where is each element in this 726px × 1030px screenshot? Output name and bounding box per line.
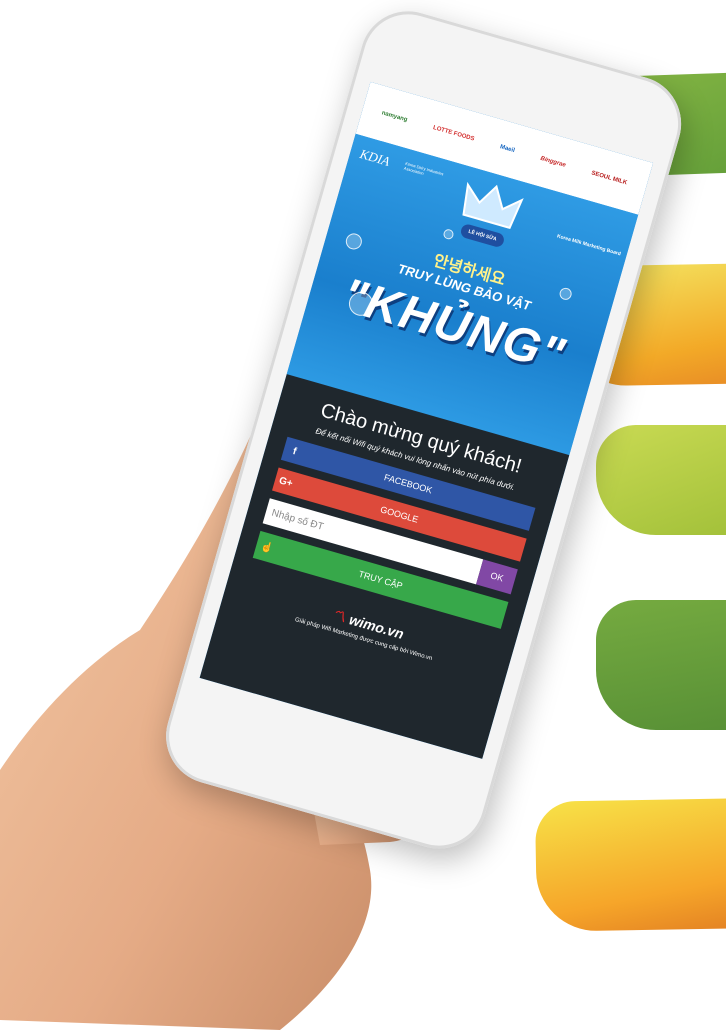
facebook-icon: f	[291, 445, 298, 458]
kdia-logo: KDIA	[358, 146, 392, 169]
bubble	[442, 228, 455, 241]
wimo-logo-icon: 〽	[330, 606, 349, 626]
sponsor-logo: Binggrae	[539, 155, 567, 169]
kdia-org-name: Korea Dairy Industries Association	[403, 160, 445, 177]
smartphone: namyang LOTTE FOODS Maeil Binggrae SEOUL…	[92, 0, 726, 921]
hand-pointer-icon: ☝	[259, 540, 275, 555]
sponsor-logo: namyang	[380, 110, 408, 124]
milk-board-logo: Korea Milk Marketing Board	[556, 233, 622, 258]
ok-button[interactable]: OK	[476, 559, 518, 595]
sponsor-logo: Maeil	[499, 144, 516, 155]
sponsor-logo: LOTTE FOODS	[432, 124, 475, 143]
sponsor-logo: SEOUL MILK	[590, 170, 628, 187]
google-plus-icon: G+	[277, 474, 294, 490]
